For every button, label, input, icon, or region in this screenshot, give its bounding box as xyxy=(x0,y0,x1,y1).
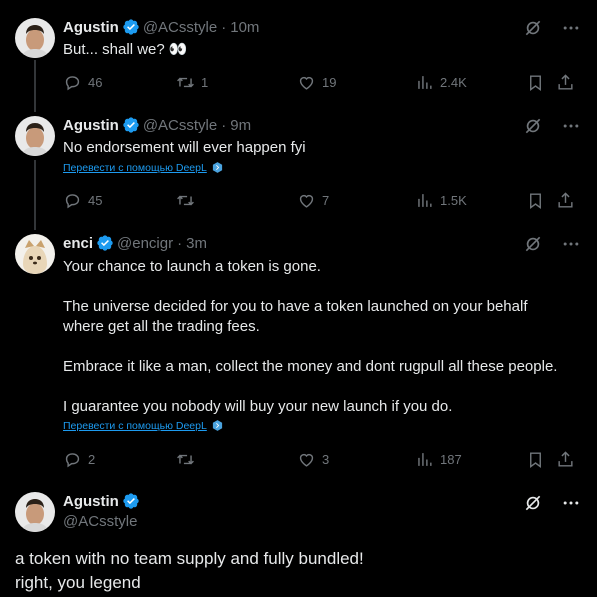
bookmark-button[interactable] xyxy=(526,450,551,469)
translate-label: Перевести с помощью DeepL xyxy=(63,161,207,174)
main-tweet-text: a token with no team supply and fully bu… xyxy=(15,549,364,592)
main-author-name-row: Agustin xyxy=(63,492,143,510)
bookmark-button[interactable] xyxy=(526,191,551,210)
retweet-button[interactable] xyxy=(176,450,201,469)
more-icon[interactable] xyxy=(561,493,581,513)
tweet-text: Your chance to launch a token is gone. T… xyxy=(63,258,558,415)
views-icon xyxy=(415,450,434,469)
share-button[interactable] xyxy=(556,191,581,210)
tweet-top-icons xyxy=(523,493,581,513)
author-handle[interactable]: @ACsstyle xyxy=(63,513,137,530)
tweet-actions: 45 7 1.5K xyxy=(63,191,581,211)
like-icon xyxy=(297,191,316,210)
views-button[interactable]: 187 xyxy=(415,450,462,469)
share-button[interactable] xyxy=(556,450,581,469)
author-name[interactable]: Agustin xyxy=(63,19,119,36)
author-handle[interactable]: @ACsstyle xyxy=(143,19,217,36)
reply-icon xyxy=(63,450,82,469)
tweet-top-icons xyxy=(523,18,581,38)
tweet-actions: 2 3 187 xyxy=(63,450,581,470)
like-count: 3 xyxy=(322,452,330,467)
separator-dot: · xyxy=(221,116,227,134)
like-button[interactable]: 3 xyxy=(297,450,329,469)
tweet-header: Agustin @ACsstyle · 10m xyxy=(63,17,259,37)
author-name[interactable]: Agustin xyxy=(63,117,119,134)
timestamp[interactable]: 10m xyxy=(230,19,259,36)
bookmark-icon xyxy=(526,191,545,210)
author-name[interactable]: enci xyxy=(63,235,93,252)
reply-button[interactable]: 45 xyxy=(63,191,102,210)
tweet-top-icons xyxy=(523,116,581,136)
reply-count: 45 xyxy=(88,193,103,208)
tweet-top-icons xyxy=(523,234,581,254)
more-icon[interactable] xyxy=(561,116,581,136)
retweet-button[interactable]: 1 xyxy=(176,73,208,92)
like-button[interactable]: 19 xyxy=(297,73,336,92)
reply-button[interactable]: 2 xyxy=(63,450,95,469)
like-count: 7 xyxy=(322,193,330,208)
bookmark-icon xyxy=(526,73,545,92)
reply-icon xyxy=(63,73,82,92)
translate-link[interactable]: Перевести с помощью DeepL xyxy=(63,161,224,174)
views-button[interactable]: 2.4K xyxy=(415,73,467,92)
avatar[interactable] xyxy=(15,492,55,532)
like-button[interactable]: 7 xyxy=(297,191,329,210)
retweet-icon xyxy=(176,73,195,92)
grok-icon[interactable] xyxy=(523,18,543,38)
author-handle[interactable]: @encigr xyxy=(117,235,173,252)
avatar[interactable] xyxy=(15,18,55,58)
views-count: 2.4K xyxy=(440,75,467,90)
timestamp[interactable]: 9m xyxy=(230,117,251,134)
views-button[interactable]: 1.5K xyxy=(415,191,467,210)
reply-icon xyxy=(63,191,82,210)
share-icon xyxy=(556,73,575,92)
more-icon[interactable] xyxy=(561,18,581,38)
bookmark-button[interactable] xyxy=(526,73,551,92)
views-icon xyxy=(415,73,434,92)
tweet-text: No endorsement will ever happen fyi xyxy=(63,139,306,156)
bookmark-icon xyxy=(526,450,545,469)
verified-badge-icon xyxy=(122,116,140,134)
tweet-text: But... shall we? 👀 xyxy=(63,41,188,58)
separator-dot: · xyxy=(177,234,183,252)
reply-count: 2 xyxy=(88,452,96,467)
retweet-count: 1 xyxy=(201,75,209,90)
views-count: 1.5K xyxy=(440,193,467,208)
share-icon xyxy=(556,450,575,469)
translate-link[interactable]: Перевести с помощью DeepL xyxy=(63,419,224,432)
more-icon[interactable] xyxy=(561,234,581,254)
retweet-icon xyxy=(176,191,195,210)
tweet-header: enci @encigr · 3m xyxy=(63,233,207,253)
thread-line xyxy=(34,60,36,112)
separator-dot: · xyxy=(221,18,227,36)
grok-icon[interactable] xyxy=(523,234,543,254)
grok-icon[interactable] xyxy=(523,493,543,513)
like-icon xyxy=(297,450,316,469)
tweet-actions: 46 1 19 2.4K xyxy=(63,73,581,93)
tweet-header: Agustin @ACsstyle · 9m xyxy=(63,115,251,135)
share-icon xyxy=(556,191,575,210)
like-count: 19 xyxy=(322,75,337,90)
retweet-icon xyxy=(176,450,195,469)
verified-badge-icon xyxy=(122,492,140,510)
timestamp[interactable]: 3m xyxy=(186,235,207,252)
avatar[interactable] xyxy=(15,234,55,274)
author-name[interactable]: Agustin xyxy=(63,493,119,510)
author-handle[interactable]: @ACsstyle xyxy=(143,117,217,134)
like-icon xyxy=(297,73,316,92)
deepl-icon xyxy=(211,419,224,432)
views-count: 187 xyxy=(440,452,462,467)
avatar[interactable] xyxy=(15,116,55,156)
grok-icon[interactable] xyxy=(523,116,543,136)
reply-count: 46 xyxy=(88,75,103,90)
share-button[interactable] xyxy=(556,73,581,92)
translate-label: Перевести с помощью DeepL xyxy=(63,419,207,432)
views-icon xyxy=(415,191,434,210)
thread-line xyxy=(34,160,36,230)
verified-badge-icon xyxy=(96,234,114,252)
retweet-button[interactable] xyxy=(176,191,201,210)
deepl-icon xyxy=(211,161,224,174)
verified-badge-icon xyxy=(122,18,140,36)
reply-button[interactable]: 46 xyxy=(63,73,102,92)
